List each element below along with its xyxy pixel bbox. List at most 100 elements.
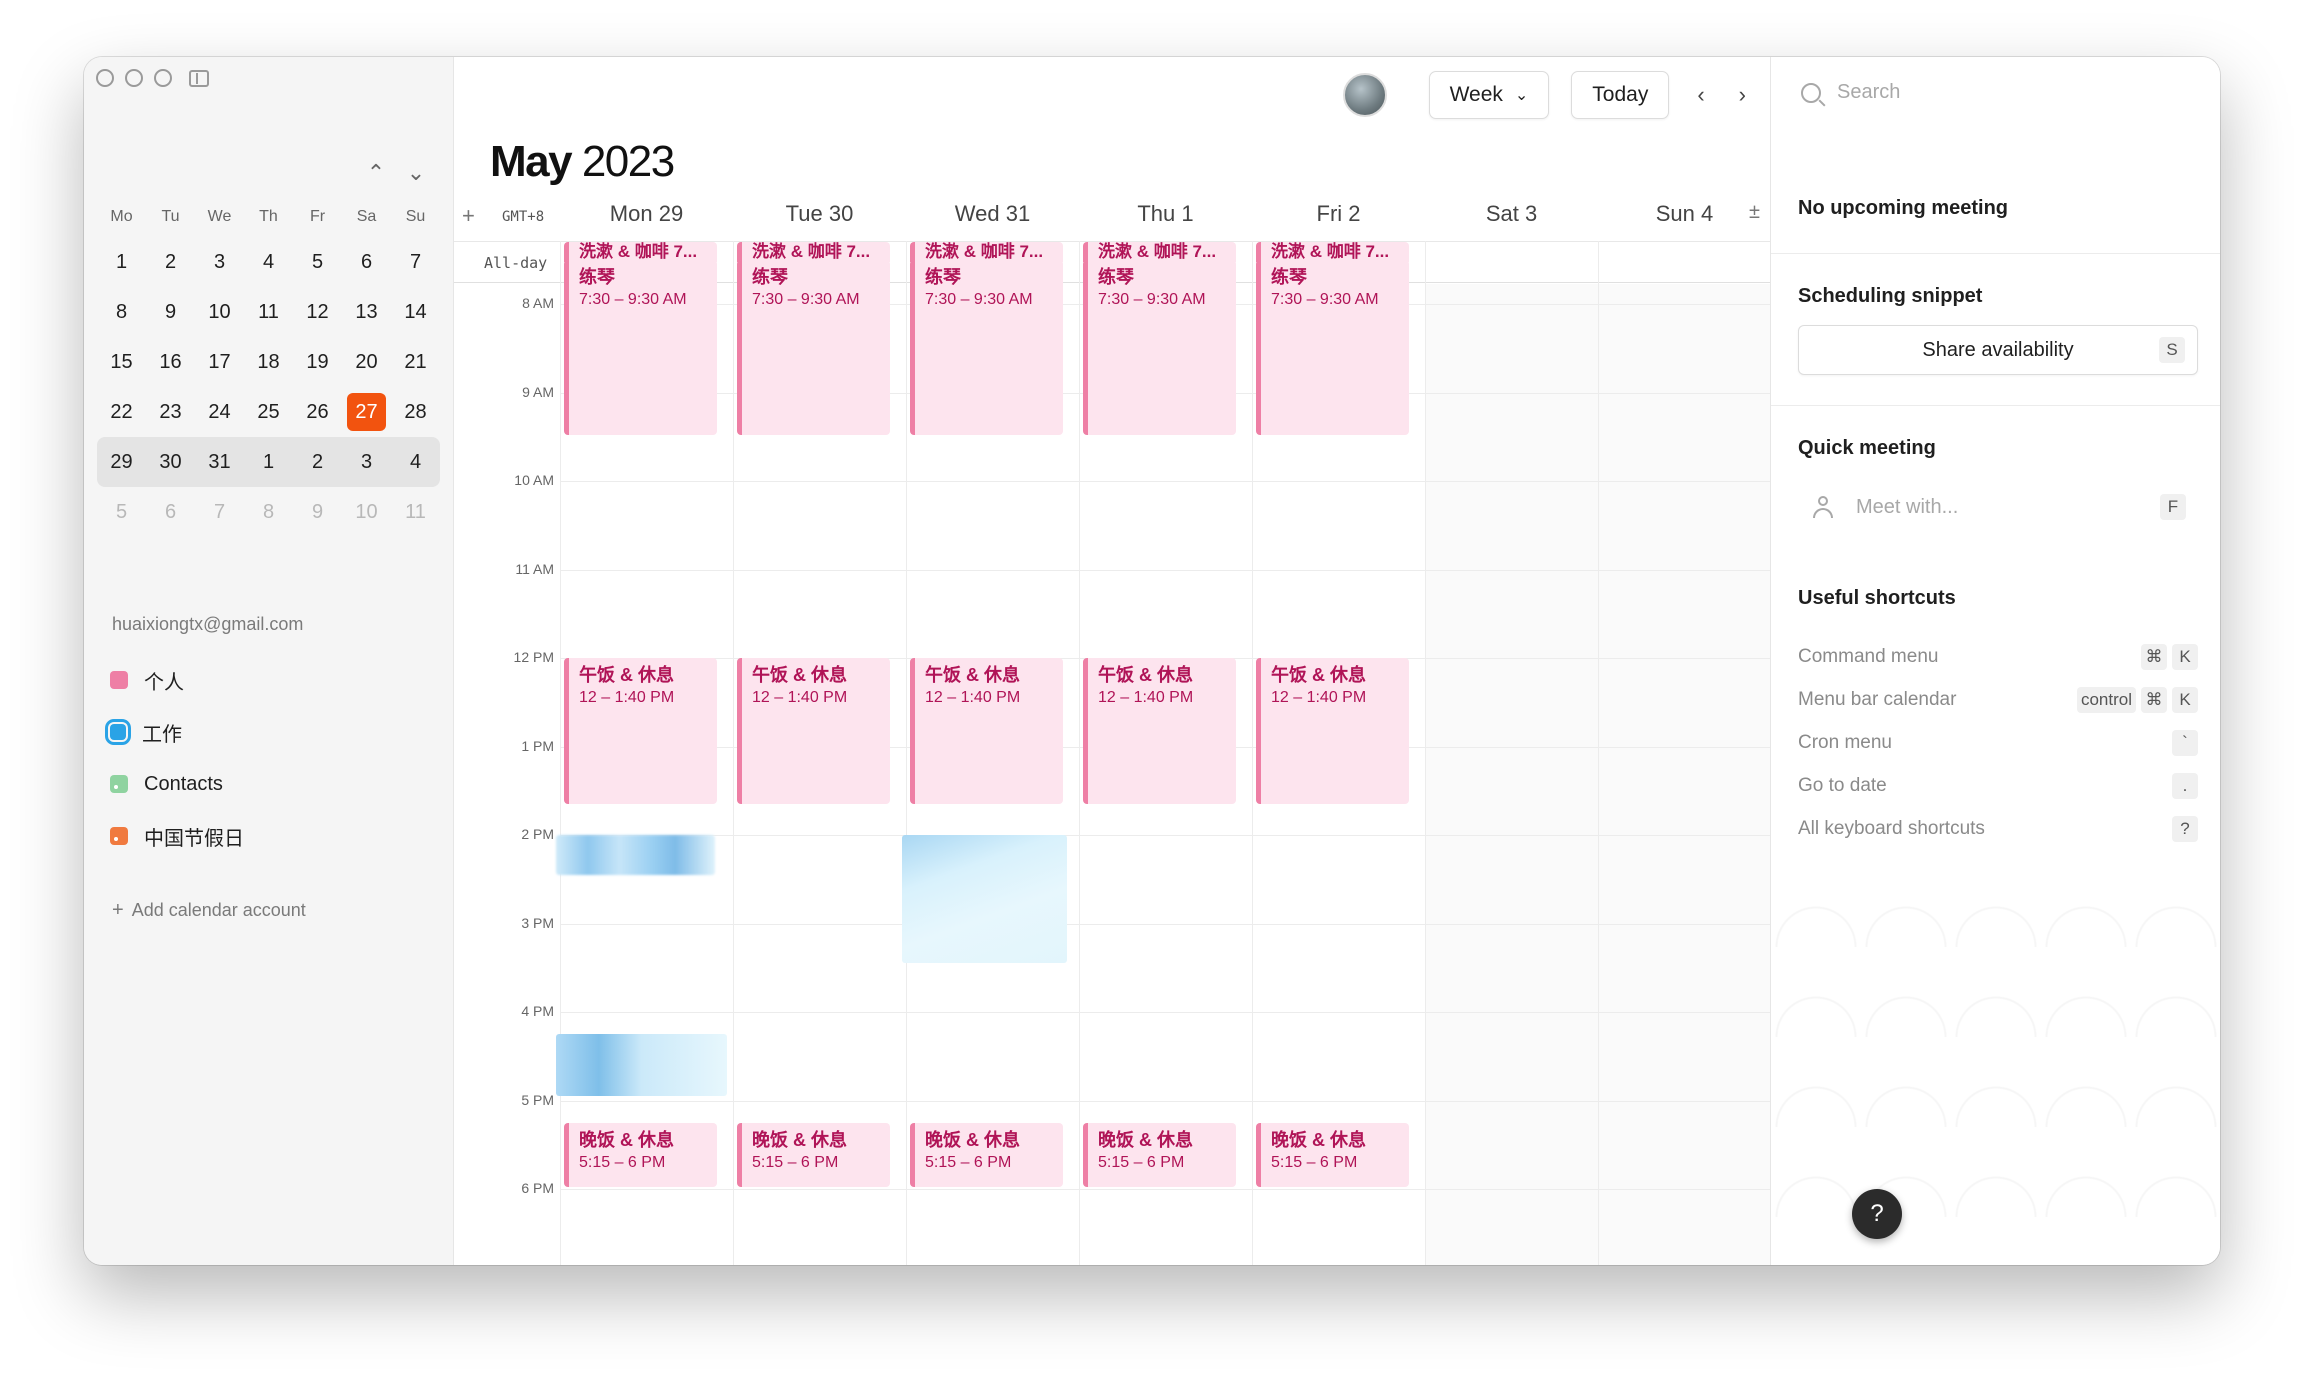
add-calendar-account-button[interactable]: + Add calendar account bbox=[112, 899, 306, 922]
rss-icon[interactable] bbox=[110, 827, 128, 845]
calendar-item-holidays[interactable]: 中国节假日 bbox=[110, 810, 430, 862]
shortcut-item[interactable]: Menu bar calendar control ⌘ K bbox=[1798, 685, 2198, 715]
day-header[interactable]: Thu 1 bbox=[1079, 201, 1252, 227]
day-header[interactable]: Tue 30 bbox=[733, 201, 906, 227]
view-selector-button[interactable]: Week ⌄ bbox=[1428, 71, 1550, 119]
day-header[interactable]: Sat 3 bbox=[1425, 201, 1598, 227]
share-availability-button[interactable]: Share availability S bbox=[1798, 325, 2198, 375]
chevron-left-icon[interactable]: ‹ bbox=[1691, 82, 1710, 108]
event-lunch[interactable]: 午饭 & 休息 12 – 1:40 PM bbox=[1083, 658, 1236, 804]
mini-calendar-day[interactable]: 5 bbox=[293, 243, 342, 281]
calendar-item-personal[interactable]: 个人 bbox=[110, 654, 430, 706]
mini-calendar-day[interactable]: 24 bbox=[195, 393, 244, 431]
event-piano[interactable]: 练琴 7:30 – 9:30 AM bbox=[1083, 259, 1236, 435]
mini-calendar-day[interactable]: 17 bbox=[195, 343, 244, 381]
mini-calendar-day[interactable]: 13 bbox=[342, 293, 391, 331]
mini-calendar-day[interactable]: 10 bbox=[342, 493, 391, 531]
redacted-event[interactable] bbox=[556, 835, 715, 875]
expand-collapse-icon[interactable]: ± bbox=[1749, 201, 1760, 224]
mini-calendar-day[interactable]: 12 bbox=[293, 293, 342, 331]
mini-calendar-day[interactable]: 8 bbox=[244, 493, 293, 531]
hour-line bbox=[560, 923, 1770, 925]
redacted-event[interactable] bbox=[902, 835, 1067, 964]
add-timezone-icon[interactable]: + bbox=[462, 203, 475, 229]
mini-calendar-day[interactable]: 26 bbox=[293, 393, 342, 431]
help-button[interactable]: ? bbox=[1852, 1189, 1902, 1239]
chevron-right-icon[interactable]: › bbox=[1733, 82, 1752, 108]
event-piano[interactable]: 练琴 7:30 – 9:30 AM bbox=[1256, 259, 1409, 435]
calendar-color-swatch[interactable] bbox=[110, 671, 128, 689]
day-header[interactable]: Mon 29 bbox=[560, 201, 733, 227]
event-dinner[interactable]: 晚饭 & 休息 5:15 – 6 PM bbox=[1256, 1122, 1409, 1187]
event-dinner[interactable]: 晚饭 & 休息 5:15 – 6 PM bbox=[910, 1122, 1063, 1187]
mini-calendar-day[interactable]: 20 bbox=[342, 343, 391, 381]
time-grid[interactable]: 8 AM 9 AM 10 AM 11 AM 12 PM 1 PM 2 PM 3 PM 4 PM 5… bbox=[454, 241, 1772, 1265]
minimize-window-button[interactable] bbox=[125, 69, 143, 87]
shortcut-item[interactable]: Go to date. bbox=[1798, 771, 2198, 801]
mini-calendar-day[interactable]: 7 bbox=[391, 243, 440, 281]
mini-calendar-day[interactable]: 4 bbox=[244, 243, 293, 281]
mini-calendar-day[interactable]: 4 bbox=[391, 443, 440, 481]
zoom-window-button[interactable] bbox=[154, 69, 172, 87]
shortcut-item[interactable]: All keyboard shortcuts? bbox=[1798, 814, 2198, 844]
mini-calendar-day[interactable]: 21 bbox=[391, 343, 440, 381]
mini-calendar-day[interactable]: 30 bbox=[146, 443, 195, 481]
mini-calendar-day[interactable]: 6 bbox=[146, 493, 195, 531]
mini-calendar-day[interactable]: 6 bbox=[342, 243, 391, 281]
mini-calendar-day[interactable]: 28 bbox=[391, 393, 440, 431]
mini-calendar-day[interactable]: 7 bbox=[195, 493, 244, 531]
chevron-down-icon[interactable]: ⌄ bbox=[406, 160, 426, 186]
mini-calendar-day[interactable]: 2 bbox=[293, 443, 342, 481]
event-lunch[interactable]: 午饭 & 休息 12 – 1:40 PM bbox=[564, 658, 717, 804]
shortcut-item[interactable]: Command menu ⌘ K bbox=[1798, 642, 2198, 672]
event-dinner[interactable]: 晚饭 & 休息 5:15 – 6 PM bbox=[1083, 1122, 1236, 1187]
shortcut-item[interactable]: Cron menu ` bbox=[1798, 728, 2198, 758]
mini-calendar-day[interactable]: 29 bbox=[97, 443, 146, 481]
mini-calendar-today[interactable]: 27 bbox=[347, 393, 386, 431]
mini-calendar-day[interactable]: 14 bbox=[391, 293, 440, 331]
day-header[interactable]: Fri 2 bbox=[1252, 201, 1425, 227]
mini-calendar-day[interactable]: 31 bbox=[195, 443, 244, 481]
avatar[interactable] bbox=[1342, 73, 1387, 117]
mini-calendar-day[interactable]: 3 bbox=[195, 243, 244, 281]
meet-with-input[interactable]: Meet with... F bbox=[1798, 485, 2198, 529]
mini-calendar-day[interactable]: 8 bbox=[97, 293, 146, 331]
mini-calendar-day[interactable]: 10 bbox=[195, 293, 244, 331]
search-input[interactable]: Search bbox=[1801, 81, 1900, 104]
rss-icon[interactable] bbox=[110, 775, 128, 793]
day-header[interactable]: Sun 4 bbox=[1598, 201, 1771, 227]
mini-calendar-day[interactable]: 15 bbox=[97, 343, 146, 381]
event-piano[interactable]: 练琴 7:30 – 9:30 AM bbox=[564, 259, 717, 435]
event-piano[interactable]: 练琴 7:30 – 9:30 AM bbox=[910, 259, 1063, 435]
mini-calendar-day[interactable]: 11 bbox=[391, 493, 440, 531]
calendar-item-work[interactable]: 工作 bbox=[105, 706, 430, 758]
close-window-button[interactable] bbox=[96, 69, 114, 87]
event-dinner[interactable]: 晚饭 & 休息 5:15 – 6 PM bbox=[737, 1122, 890, 1187]
mini-calendar-day[interactable]: 22 bbox=[97, 393, 146, 431]
calendar-color-swatch[interactable] bbox=[105, 719, 131, 745]
mini-calendar-day[interactable]: 25 bbox=[244, 393, 293, 431]
event-lunch[interactable]: 午饭 & 休息 12 – 1:40 PM bbox=[737, 658, 890, 804]
sidebar-toggle-icon[interactable] bbox=[189, 69, 209, 87]
redacted-event[interactable] bbox=[556, 1034, 727, 1097]
mini-calendar-day[interactable]: 5 bbox=[97, 493, 146, 531]
calendar-item-contacts[interactable]: Contacts bbox=[110, 758, 430, 810]
event-piano[interactable]: 练琴 7:30 – 9:30 AM bbox=[737, 259, 890, 435]
mini-calendar-day[interactable]: 1 bbox=[97, 243, 146, 281]
mini-calendar-day[interactable]: 19 bbox=[293, 343, 342, 381]
event-dinner[interactable]: 晚饭 & 休息 5:15 – 6 PM bbox=[564, 1122, 717, 1187]
mini-calendar-day[interactable]: 18 bbox=[244, 343, 293, 381]
mini-calendar-day[interactable]: 23 bbox=[146, 393, 195, 431]
mini-calendar-day[interactable]: 9 bbox=[293, 493, 342, 531]
event-lunch[interactable]: 午饭 & 休息 12 – 1:40 PM bbox=[910, 658, 1063, 804]
mini-calendar-day[interactable]: 9 bbox=[146, 293, 195, 331]
mini-calendar-day[interactable]: 3 bbox=[342, 443, 391, 481]
mini-calendar-day[interactable]: 11 bbox=[244, 293, 293, 331]
mini-calendar-day[interactable]: 2 bbox=[146, 243, 195, 281]
mini-calendar-day[interactable]: 1 bbox=[244, 443, 293, 481]
chevron-up-icon[interactable]: ⌃ bbox=[366, 160, 386, 186]
day-header[interactable]: Wed 31 bbox=[906, 201, 1079, 227]
event-lunch[interactable]: 午饭 & 休息 12 – 1:40 PM bbox=[1256, 658, 1409, 804]
mini-calendar-day[interactable]: 16 bbox=[146, 343, 195, 381]
today-button[interactable]: Today bbox=[1571, 71, 1670, 119]
